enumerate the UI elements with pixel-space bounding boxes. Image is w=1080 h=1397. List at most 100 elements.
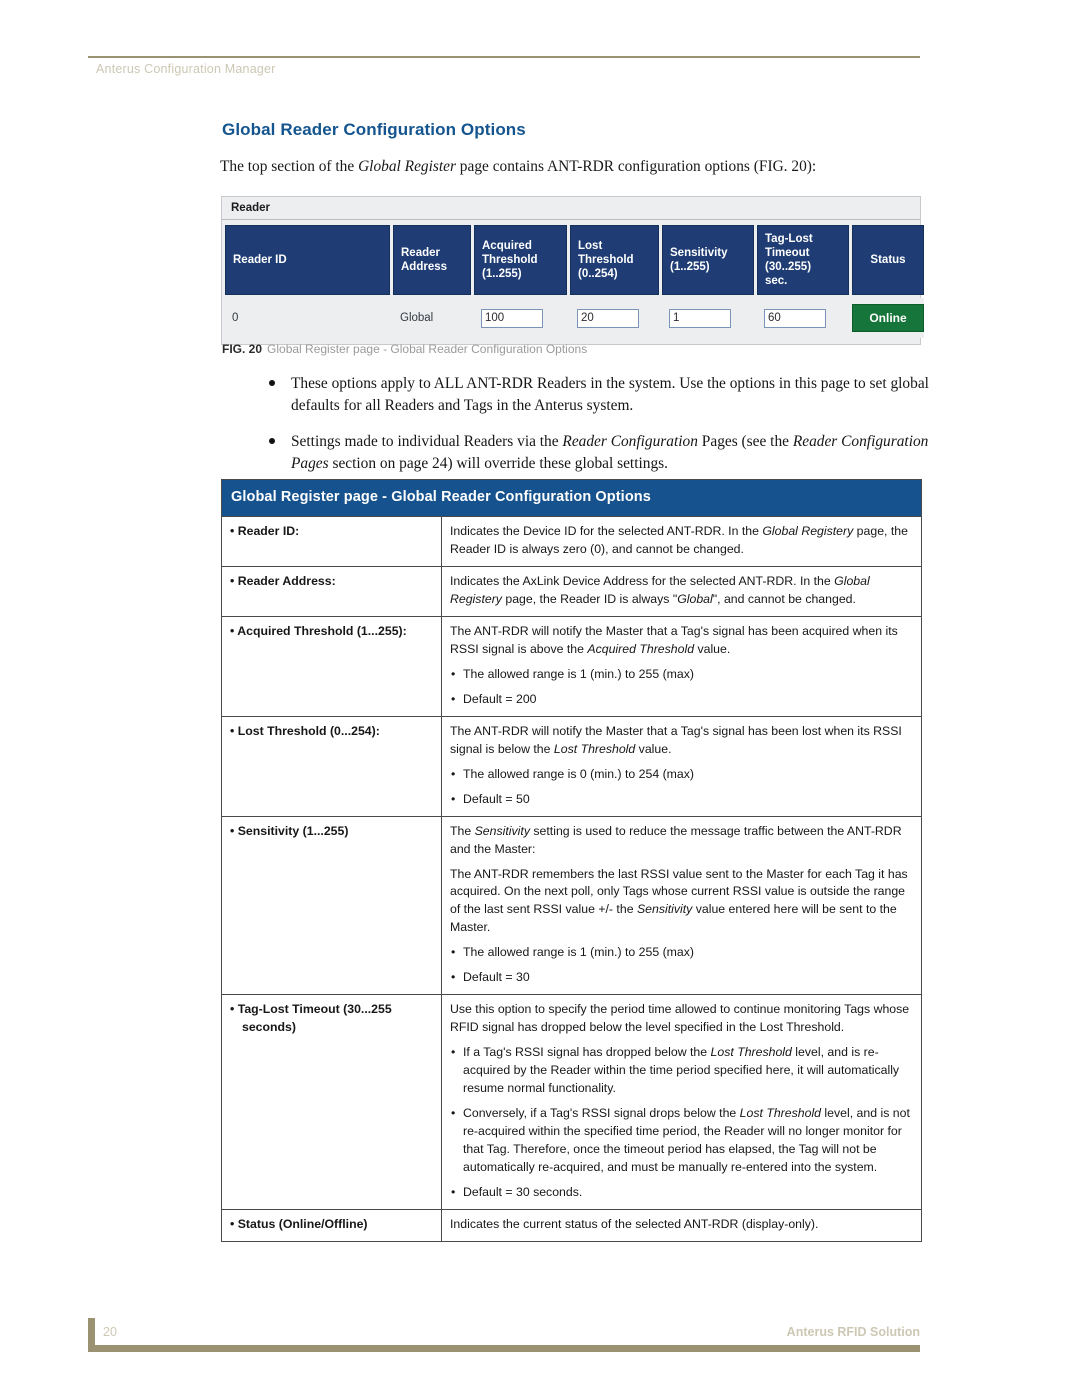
text-run-0: Conversely, if a Tag's RSSI signal drops…	[463, 1105, 740, 1120]
description-sub-item: • The allowed range is 0 (min.) to 254 (m…	[450, 766, 913, 784]
text-run-1: Global Registery	[762, 524, 854, 539]
text-run-1: Sensitivity	[474, 823, 530, 838]
option-term-label: • Lost Threshold (0...254):	[230, 723, 380, 738]
description-paragraph: The ANT-RDR will notify the Master that …	[450, 723, 913, 759]
text-run-1: Sensitivity	[636, 902, 693, 917]
description-sub-item: • Default = 30	[450, 969, 913, 987]
cell-sensitivity: 1	[662, 298, 754, 339]
document-page: Anterus Configuration Manager Global Rea…	[0, 0, 1080, 1397]
option-term-label: • Acquired Threshold (1...255):	[230, 623, 407, 638]
option-term-label: • Status (Online/Offline)	[230, 1216, 368, 1231]
col-header-status: Status	[852, 225, 924, 296]
table-row: • Reader ID: Indicates the Device ID for …	[221, 516, 922, 568]
text-run-0: Indicates the current status of the sele…	[450, 1216, 819, 1231]
description-paragraph: Indicates the AxLink Device Address for …	[450, 573, 913, 609]
text-run-0: Default = 30	[463, 970, 530, 985]
table-row: • Reader Address: Indicates the AxLink De…	[221, 566, 922, 617]
sub-bullet-dot-icon: •	[451, 1184, 456, 1199]
col-header-acquired-threshold: Acquired Threshold (1..255)	[474, 225, 567, 296]
col-header-sensitivity: Sensitivity (1..255)	[662, 225, 754, 296]
intro-text-before: The top section of the	[220, 158, 359, 175]
figure-caption: FIG. 20 Global Register page - Global Rea…	[222, 342, 587, 356]
option-term: • Tag-Lost Timeout (30...255 seconds)	[221, 994, 442, 1210]
table-row: • Status (Online/Offline) Indicates the c…	[221, 1208, 922, 1242]
bullet-list: These options apply to ALL ANT-RDR Reade…	[262, 373, 934, 489]
sub-bullet-dot-icon: •	[451, 766, 456, 781]
text-run-0: Indicates the Device ID for the selected…	[450, 524, 763, 539]
description-paragraph: The ANT-RDR remembers the last RSSI valu…	[450, 866, 913, 938]
col-header-status-line1: Status	[870, 254, 906, 267]
cell-lost-threshold: 20	[570, 298, 659, 339]
col-header-acquired-threshold-line2: Threshold	[482, 254, 538, 267]
table-row: • Tag-Lost Timeout (30...255 seconds) Use …	[221, 994, 922, 1210]
sub-bullet-dot-icon: •	[451, 945, 456, 960]
description-paragraph: Indicates the Device ID for the selected…	[450, 523, 913, 559]
text-run-2: value.	[635, 741, 672, 756]
description-sub-item: • If a Tag's RSSI signal has dropped belo…	[450, 1044, 913, 1098]
text-run-3: Global	[677, 592, 713, 607]
text-run-0: Default = 50	[463, 791, 530, 806]
col-header-lost-threshold-line3: (0..254)	[578, 268, 618, 281]
figure-caption-label: FIG. 20	[222, 342, 263, 356]
col-header-lost-threshold-line2: Threshold	[578, 254, 634, 267]
option-term-label: • Tag-Lost Timeout (30...255	[230, 1002, 392, 1017]
figure-screenshot: Reader Reader ID Reader Address Acquired…	[221, 196, 924, 346]
description-sub-item: • Default = 50	[450, 791, 913, 809]
option-description: Indicates the current status of the sele…	[441, 1208, 922, 1242]
col-header-sensitivity-line1: Sensitivity	[670, 247, 728, 260]
intro-paragraph: The top section of the Global Register p…	[220, 157, 934, 178]
bullet-dot-icon	[269, 380, 275, 386]
cell-acquired-threshold: 100	[474, 298, 567, 339]
status-badge: Online	[852, 304, 924, 333]
tag-lost-timeout-input[interactable]: 60	[764, 308, 826, 328]
col-header-reader-id-line1: Reader ID	[233, 254, 287, 267]
desc-table-title-row: Global Register page - Global Reader Con…	[221, 479, 922, 517]
text-run-0: The allowed range is 1 (min.) to 255 (ma…	[463, 945, 695, 960]
option-description: Indicates the AxLink Device Address for …	[441, 566, 922, 617]
option-term-label-cont: seconds)	[242, 1020, 296, 1035]
list-item: These options apply to ALL ANT-RDR Reade…	[262, 373, 934, 417]
option-term-label: • Reader Address:	[230, 574, 336, 589]
description-paragraph: Use this option to specify the period ti…	[450, 1001, 913, 1037]
description-sub-item: • Default = 30 seconds.	[450, 1184, 913, 1202]
text-run-1: Lost Threshold	[739, 1105, 822, 1120]
text-run-2: value.	[694, 641, 731, 656]
table-row: • Sensitivity (1...255) The Sensitivity s…	[221, 815, 922, 996]
table-header-row: Reader ID Reader Address Acquired Thresh…	[225, 225, 924, 296]
option-description: The Sensitivity setting is used to reduc…	[441, 815, 922, 996]
col-header-reader-address-line1: Reader	[401, 247, 440, 260]
text-run-2: page, the Reader ID is always "	[501, 592, 678, 607]
option-description: The ANT-RDR will notify the Master that …	[441, 615, 922, 717]
lost-threshold-input[interactable]: 20	[577, 308, 639, 328]
sub-bullet-dot-icon: •	[451, 666, 456, 681]
option-description: Indicates the Device ID for the selected…	[441, 516, 922, 568]
table-row: • Lost Threshold (0...254): The ANT-RDR w…	[221, 715, 922, 817]
text-run-0: The	[450, 823, 475, 838]
text-run-0: The allowed range is 0 (min.) to 254 (ma…	[463, 766, 695, 781]
footer-rule	[88, 1345, 920, 1352]
option-term: • Lost Threshold (0...254):	[221, 715, 442, 817]
description-paragraph: Indicates the current status of the sele…	[450, 1216, 913, 1234]
col-header-lost-threshold-line1: Lost	[578, 240, 603, 252]
text-run-0: Default = 30 seconds.	[463, 1184, 583, 1199]
option-term: • Reader ID:	[221, 516, 442, 568]
table-row: • Acquired Threshold (1...255): The ANT-R…	[221, 615, 922, 717]
list-item: Settings made to individual Readers via …	[262, 431, 934, 475]
header-rule	[88, 56, 920, 58]
cell-reader-address: Global	[393, 298, 471, 339]
text-run-0: The ANT-RDR will notify the Master that …	[450, 723, 902, 756]
option-description: The ANT-RDR will notify the Master that …	[441, 715, 922, 817]
col-header-tag-lost-timeout-line2: Timeout	[765, 247, 810, 260]
text-run-4: ", and cannot be changed.	[712, 592, 856, 607]
text-run-0: If a Tag's RSSI signal has dropped below…	[463, 1045, 711, 1060]
sensitivity-input[interactable]: 1	[669, 308, 731, 328]
col-header-acquired-threshold-line1: Acquired	[482, 240, 532, 252]
col-header-reader-id: Reader ID	[225, 225, 390, 296]
text-run-0: Indicates the AxLink Device Address for …	[450, 574, 835, 589]
reader-config-table: Reader ID Reader Address Acquired Thresh…	[222, 222, 927, 341]
option-term: • Reader Address:	[221, 566, 442, 617]
description-sub-item: • The allowed range is 1 (min.) to 255 (m…	[450, 666, 913, 684]
col-header-tag-lost-timeout-line1: Tag-Lost	[765, 233, 813, 245]
options-description-table: Global Register page - Global Reader Con…	[221, 479, 922, 1242]
acquired-threshold-input[interactable]: 100	[481, 308, 543, 328]
